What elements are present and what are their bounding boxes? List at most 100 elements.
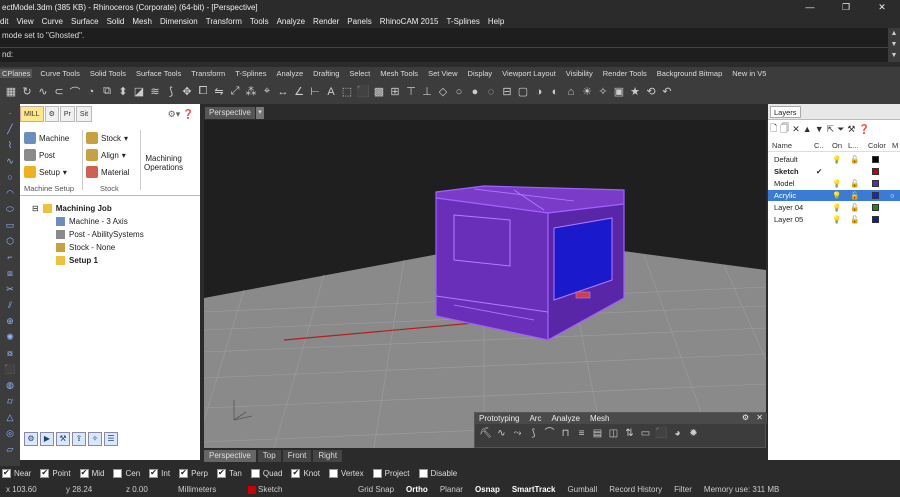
box-icon[interactable]: ⬛ bbox=[4, 364, 16, 376]
tab-top[interactable]: Top bbox=[257, 450, 281, 462]
gear-settings-icon[interactable]: ✹ bbox=[687, 427, 700, 440]
new-layer-icon[interactable]: 🗋 bbox=[770, 121, 777, 137]
osnap-point[interactable]: Point bbox=[40, 468, 71, 478]
tab-surface-tools[interactable]: Surface Tools bbox=[134, 69, 183, 78]
checkbox[interactable] bbox=[40, 468, 50, 478]
checkbox[interactable] bbox=[418, 468, 428, 478]
stock-button[interactable]: Stock ▾ bbox=[86, 132, 128, 144]
tab-render-tools[interactable]: Render Tools bbox=[601, 69, 649, 78]
maximize-viewport-icon[interactable]: ▢ bbox=[516, 85, 530, 99]
lightbulb-icon[interactable]: 💡 bbox=[832, 215, 841, 224]
col-lock[interactable]: L... bbox=[848, 141, 858, 150]
checkbox[interactable] bbox=[216, 468, 226, 478]
filter-toggle[interactable]: Filter bbox=[668, 485, 698, 494]
viewport-menu-icon[interactable]: ▾ bbox=[256, 107, 264, 119]
rotate-icon[interactable]: ↻ bbox=[20, 85, 34, 99]
view-persp-icon[interactable]: ◇ bbox=[436, 85, 450, 99]
menu-tsplines[interactable]: T-Splines bbox=[446, 17, 479, 26]
layer-color-swatch[interactable] bbox=[872, 168, 879, 175]
osnap-mid[interactable]: Mid bbox=[79, 468, 104, 478]
array-icon[interactable]: ⁂ bbox=[244, 85, 258, 99]
collapse-icon[interactable]: ⊟ bbox=[32, 204, 39, 213]
delete-layer-icon[interactable]: ✕ bbox=[792, 124, 800, 135]
tab-display[interactable]: Display bbox=[466, 69, 495, 78]
menu-surface[interactable]: Surface bbox=[71, 17, 99, 26]
mesh-icon[interactable]: ▩ bbox=[372, 85, 386, 99]
fillet-edge-icon[interactable]: ⌒ bbox=[543, 427, 556, 440]
tab-visibility[interactable]: Visibility bbox=[564, 69, 595, 78]
tab-sit[interactable]: Sit bbox=[75, 106, 93, 122]
render-box-icon[interactable]: ⬛ bbox=[655, 427, 668, 440]
col-current[interactable]: C.. bbox=[814, 141, 824, 150]
join-icon[interactable]: ⊕ bbox=[4, 316, 16, 328]
render-icon[interactable]: ☀ bbox=[580, 85, 594, 99]
lock-open-icon[interactable]: 🔓 bbox=[850, 155, 859, 164]
settings-icon[interactable]: ⚙▾ bbox=[168, 109, 181, 119]
sketch-curve-icon[interactable]: ∿ bbox=[495, 427, 508, 440]
tab-mesh[interactable]: Mesh bbox=[590, 414, 610, 423]
menu-curve[interactable]: Curve bbox=[42, 17, 63, 26]
pipe-icon[interactable]: ⊂ bbox=[52, 85, 66, 99]
orient-icon[interactable]: ⇅ bbox=[623, 427, 636, 440]
lock-open-icon[interactable]: 🔓 bbox=[850, 215, 859, 224]
tab-mill[interactable]: MILL bbox=[20, 106, 44, 122]
osnap-near[interactable]: Near bbox=[2, 468, 31, 478]
move-parent-icon[interactable]: ⇱ bbox=[827, 124, 835, 135]
menu-analyze[interactable]: Analyze bbox=[277, 17, 305, 26]
select-icon[interactable]: ⬚ bbox=[340, 85, 354, 99]
scroll-up-icon[interactable]: ▲ bbox=[888, 28, 900, 39]
osnap-project[interactable]: Project bbox=[372, 468, 410, 478]
command-scrollbar[interactable]: ▲ ▼ ▼ bbox=[888, 28, 900, 62]
menu-rhinocam[interactable]: RhinoCAM 2015 bbox=[380, 17, 439, 26]
tab-transform[interactable]: Transform bbox=[189, 69, 227, 78]
scroll-down-icon[interactable]: ▼ bbox=[888, 39, 900, 50]
point-icon[interactable]: · bbox=[4, 108, 16, 120]
undo-icon[interactable]: ↶ bbox=[660, 85, 674, 99]
osnap-tan[interactable]: Tan bbox=[216, 468, 242, 478]
lightbulb-icon[interactable]: 💡 bbox=[832, 203, 841, 212]
minimize-button[interactable]: — bbox=[792, 0, 828, 14]
polygon-icon[interactable]: ⬡ bbox=[4, 236, 16, 248]
tree-node-setup[interactable]: Setup 1 bbox=[56, 256, 98, 265]
col-on[interactable]: On bbox=[832, 141, 842, 150]
tab-right[interactable]: Right bbox=[313, 450, 343, 462]
show-icon[interactable]: ◐ bbox=[548, 85, 562, 99]
tab-pr[interactable]: Pr bbox=[59, 106, 75, 122]
menu-tools[interactable]: Tools bbox=[250, 17, 269, 26]
hide-icon[interactable]: ◑ bbox=[532, 85, 546, 99]
perspective-viewport[interactable] bbox=[204, 120, 766, 448]
history-icon[interactable]: ⟲ bbox=[644, 85, 658, 99]
tab-select[interactable]: Select bbox=[347, 69, 372, 78]
dimension-icon[interactable]: ⊢ bbox=[308, 85, 322, 99]
checkbox[interactable] bbox=[179, 468, 189, 478]
scroll-end-icon[interactable]: ▼ bbox=[888, 50, 900, 61]
tab-viewport-layout[interactable]: Viewport Layout bbox=[500, 69, 558, 78]
cylinder-icon[interactable]: ⌭ bbox=[4, 396, 16, 408]
maximize-button[interactable]: ❐ bbox=[828, 0, 864, 14]
make-2d-icon[interactable]: ◫ bbox=[607, 427, 620, 440]
planar-srf-icon[interactable]: ▱ bbox=[4, 444, 16, 456]
record-history-toggle[interactable]: Record History bbox=[603, 485, 668, 494]
view-front-icon[interactable]: ⊥ bbox=[420, 85, 434, 99]
surface-icon[interactable]: ◪ bbox=[132, 85, 146, 99]
tab-solid-tools[interactable]: Solid Tools bbox=[88, 69, 128, 78]
col-color[interactable]: Color bbox=[868, 141, 886, 150]
move-up-icon[interactable]: ▲ bbox=[803, 124, 812, 134]
osnap-quad[interactable]: Quad bbox=[250, 468, 282, 478]
tab-analyze[interactable]: Analyze bbox=[274, 69, 305, 78]
explode-icon[interactable]: ✺ bbox=[4, 332, 16, 344]
layer-row[interactable]: Sketch ✔ bbox=[768, 166, 900, 177]
text-icon[interactable]: A bbox=[324, 85, 338, 99]
smarttrack-toggle[interactable]: SmartTrack bbox=[506, 485, 562, 494]
lock-open-icon[interactable]: 🔓 bbox=[850, 203, 859, 212]
menu-edit[interactable]: dit bbox=[0, 17, 8, 26]
close-button[interactable]: ✕ bbox=[864, 0, 900, 14]
display-ghost-icon[interactable]: ◌ bbox=[484, 85, 498, 99]
help-icon[interactable]: ❓ bbox=[183, 109, 194, 119]
units-readout[interactable]: Millimeters bbox=[172, 485, 242, 494]
report-icon[interactable]: ☰ bbox=[104, 432, 118, 446]
select-all-icon[interactable]: ⬛ bbox=[356, 85, 370, 99]
checkbox[interactable] bbox=[250, 468, 260, 478]
checkbox[interactable] bbox=[291, 468, 301, 478]
col-material[interactable]: M bbox=[892, 141, 898, 150]
